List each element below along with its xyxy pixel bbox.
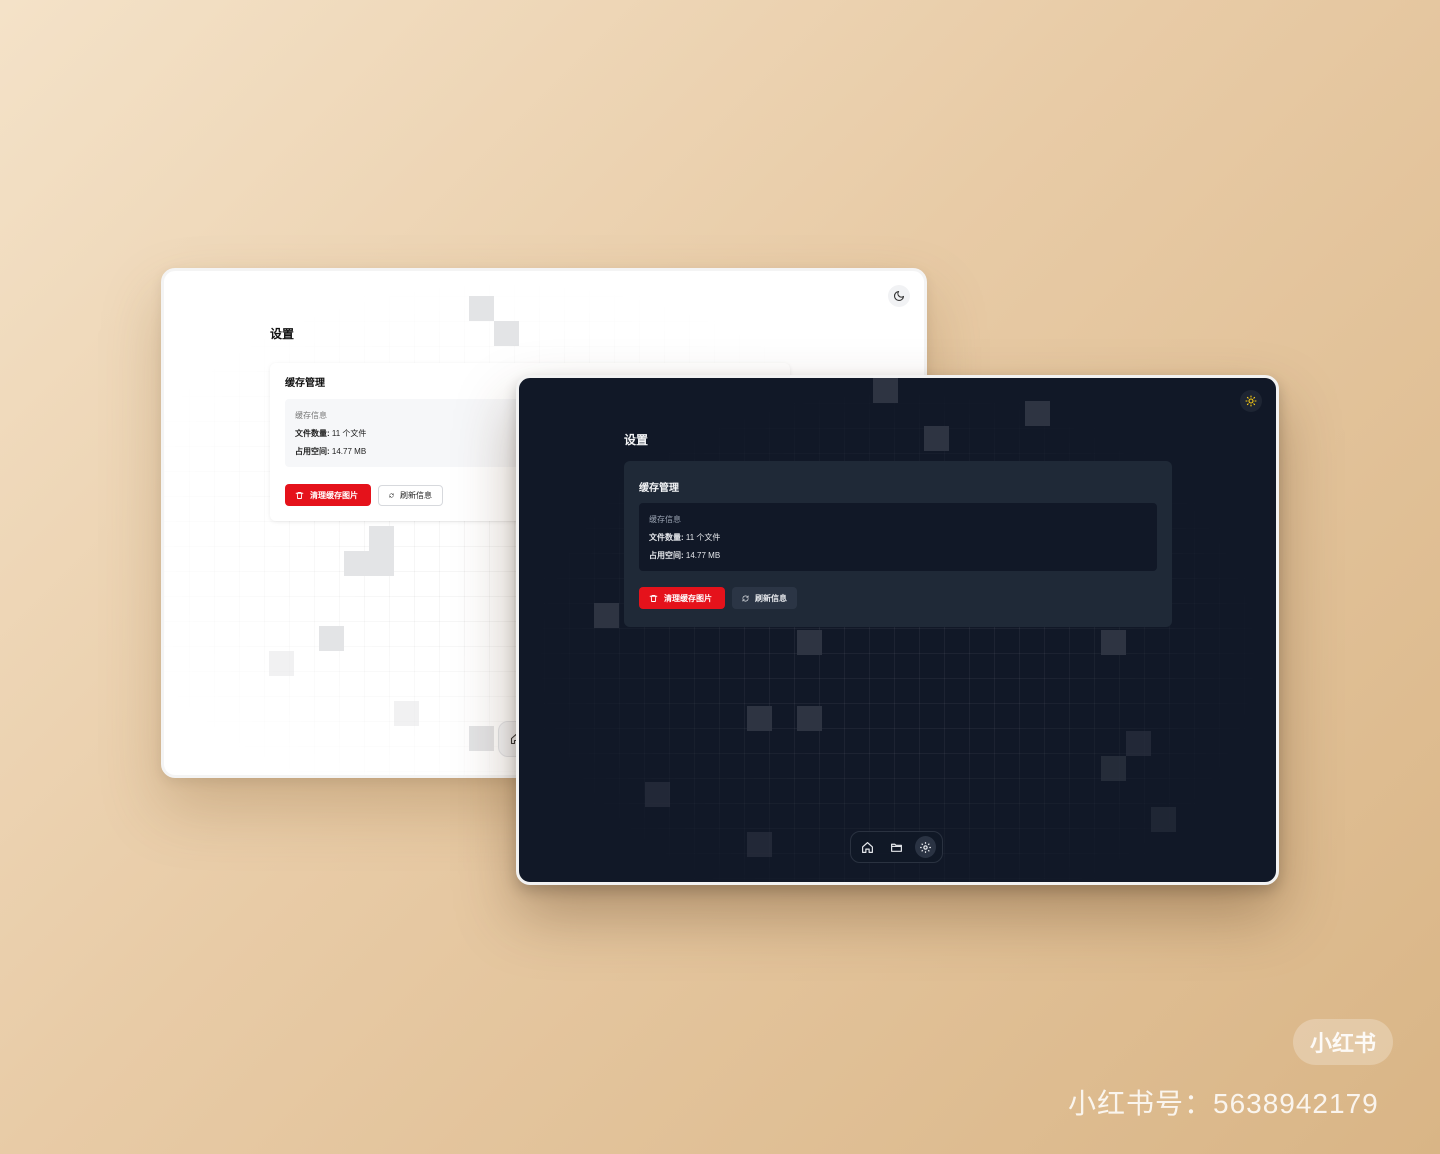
grid-tile [1126,731,1151,756]
grid-tile [1101,630,1126,655]
grid-tile [1151,807,1176,832]
home-icon [862,841,873,853]
refresh-icon [742,595,749,601]
grid-tile [747,706,772,731]
card-title: 缓存管理 [285,378,325,389]
grid-tile [645,782,670,807]
refresh-icon [389,493,394,498]
file-count-label: 文件数量: [649,533,684,542]
folder-icon [891,843,902,852]
grid-tile [394,701,419,726]
page-title: 设置 [624,433,649,447]
grid-tile [469,296,494,321]
disk-usage-row: 占用空间: 14.77 MB [649,550,720,561]
grid-tile [319,626,344,651]
dock-home-button[interactable] [857,836,878,858]
watermark-id: 小红书号：5638942179 [1068,1088,1379,1119]
dock-settings-button[interactable] [915,836,936,858]
file-count-row: 文件数量: 11 个文件 [649,532,720,543]
grid-tile [344,551,369,576]
cache-info-box: 缓存信息 文件数量: 11 个文件 占用空间: 14.77 MB [639,503,1157,571]
clear-cache-label: 清理缓存图片 [664,593,712,603]
refresh-info-button[interactable]: 刷新信息 [378,485,443,506]
grid-tile [873,378,898,403]
grid-tile [747,832,772,857]
grid-tile [594,603,619,628]
bottom-dock [850,831,943,863]
grid-tile [369,526,394,576]
watermark-logo: 小红书 [1293,1019,1393,1065]
refresh-info-label: 刷新信息 [400,491,432,500]
disk-usage-value: 14.77 MB [331,447,367,456]
clear-cache-button[interactable]: 清理缓存图片 [639,587,725,609]
page-title: 设置 [270,327,295,341]
dark-mode-window: 设置 缓存管理 缓存信息 文件数量: 11 个文件 占用空间: 14.77 MB… [516,375,1279,885]
clear-cache-label: 清理缓存图片 [310,490,358,500]
moon-icon [893,290,905,302]
dock-folder-button[interactable] [886,836,907,858]
grid-tile [1101,756,1126,781]
file-count-label: 文件数量: [295,429,330,438]
card-title: 缓存管理 [639,483,679,494]
cache-info-label: 缓存信息 [295,411,327,420]
refresh-info-label: 刷新信息 [755,593,787,603]
grid-tile [797,630,822,655]
cache-management-card: 缓存管理 缓存信息 文件数量: 11 个文件 占用空间: 14.77 MB 清理… [624,461,1172,627]
trash-icon [295,491,304,499]
file-count-row: 文件数量: 11 个文件 [295,428,366,439]
refresh-info-button[interactable]: 刷新信息 [732,587,797,609]
disk-usage-value: 14.77 MB [685,551,721,560]
grid-tile [469,726,494,751]
disk-usage-label: 占用空间: [295,447,330,456]
grid-tile [269,651,294,676]
theme-toggle-button[interactable] [1240,390,1262,412]
file-count-value: 11 个文件 [685,533,721,542]
grid-tile [494,321,519,346]
grid-tile [924,426,949,451]
grid-tile [1025,401,1050,426]
file-count-value: 11 个文件 [331,429,367,438]
disk-usage-row: 占用空间: 14.77 MB [295,446,366,457]
disk-usage-label: 占用空间: [649,551,684,560]
theme-toggle-button[interactable] [888,285,910,307]
trash-icon [649,594,658,602]
sun-icon [1245,395,1257,407]
grid-tile [797,706,822,731]
gear-icon [920,841,931,853]
clear-cache-button[interactable]: 清理缓存图片 [285,484,371,506]
cache-info-label: 缓存信息 [649,515,681,524]
